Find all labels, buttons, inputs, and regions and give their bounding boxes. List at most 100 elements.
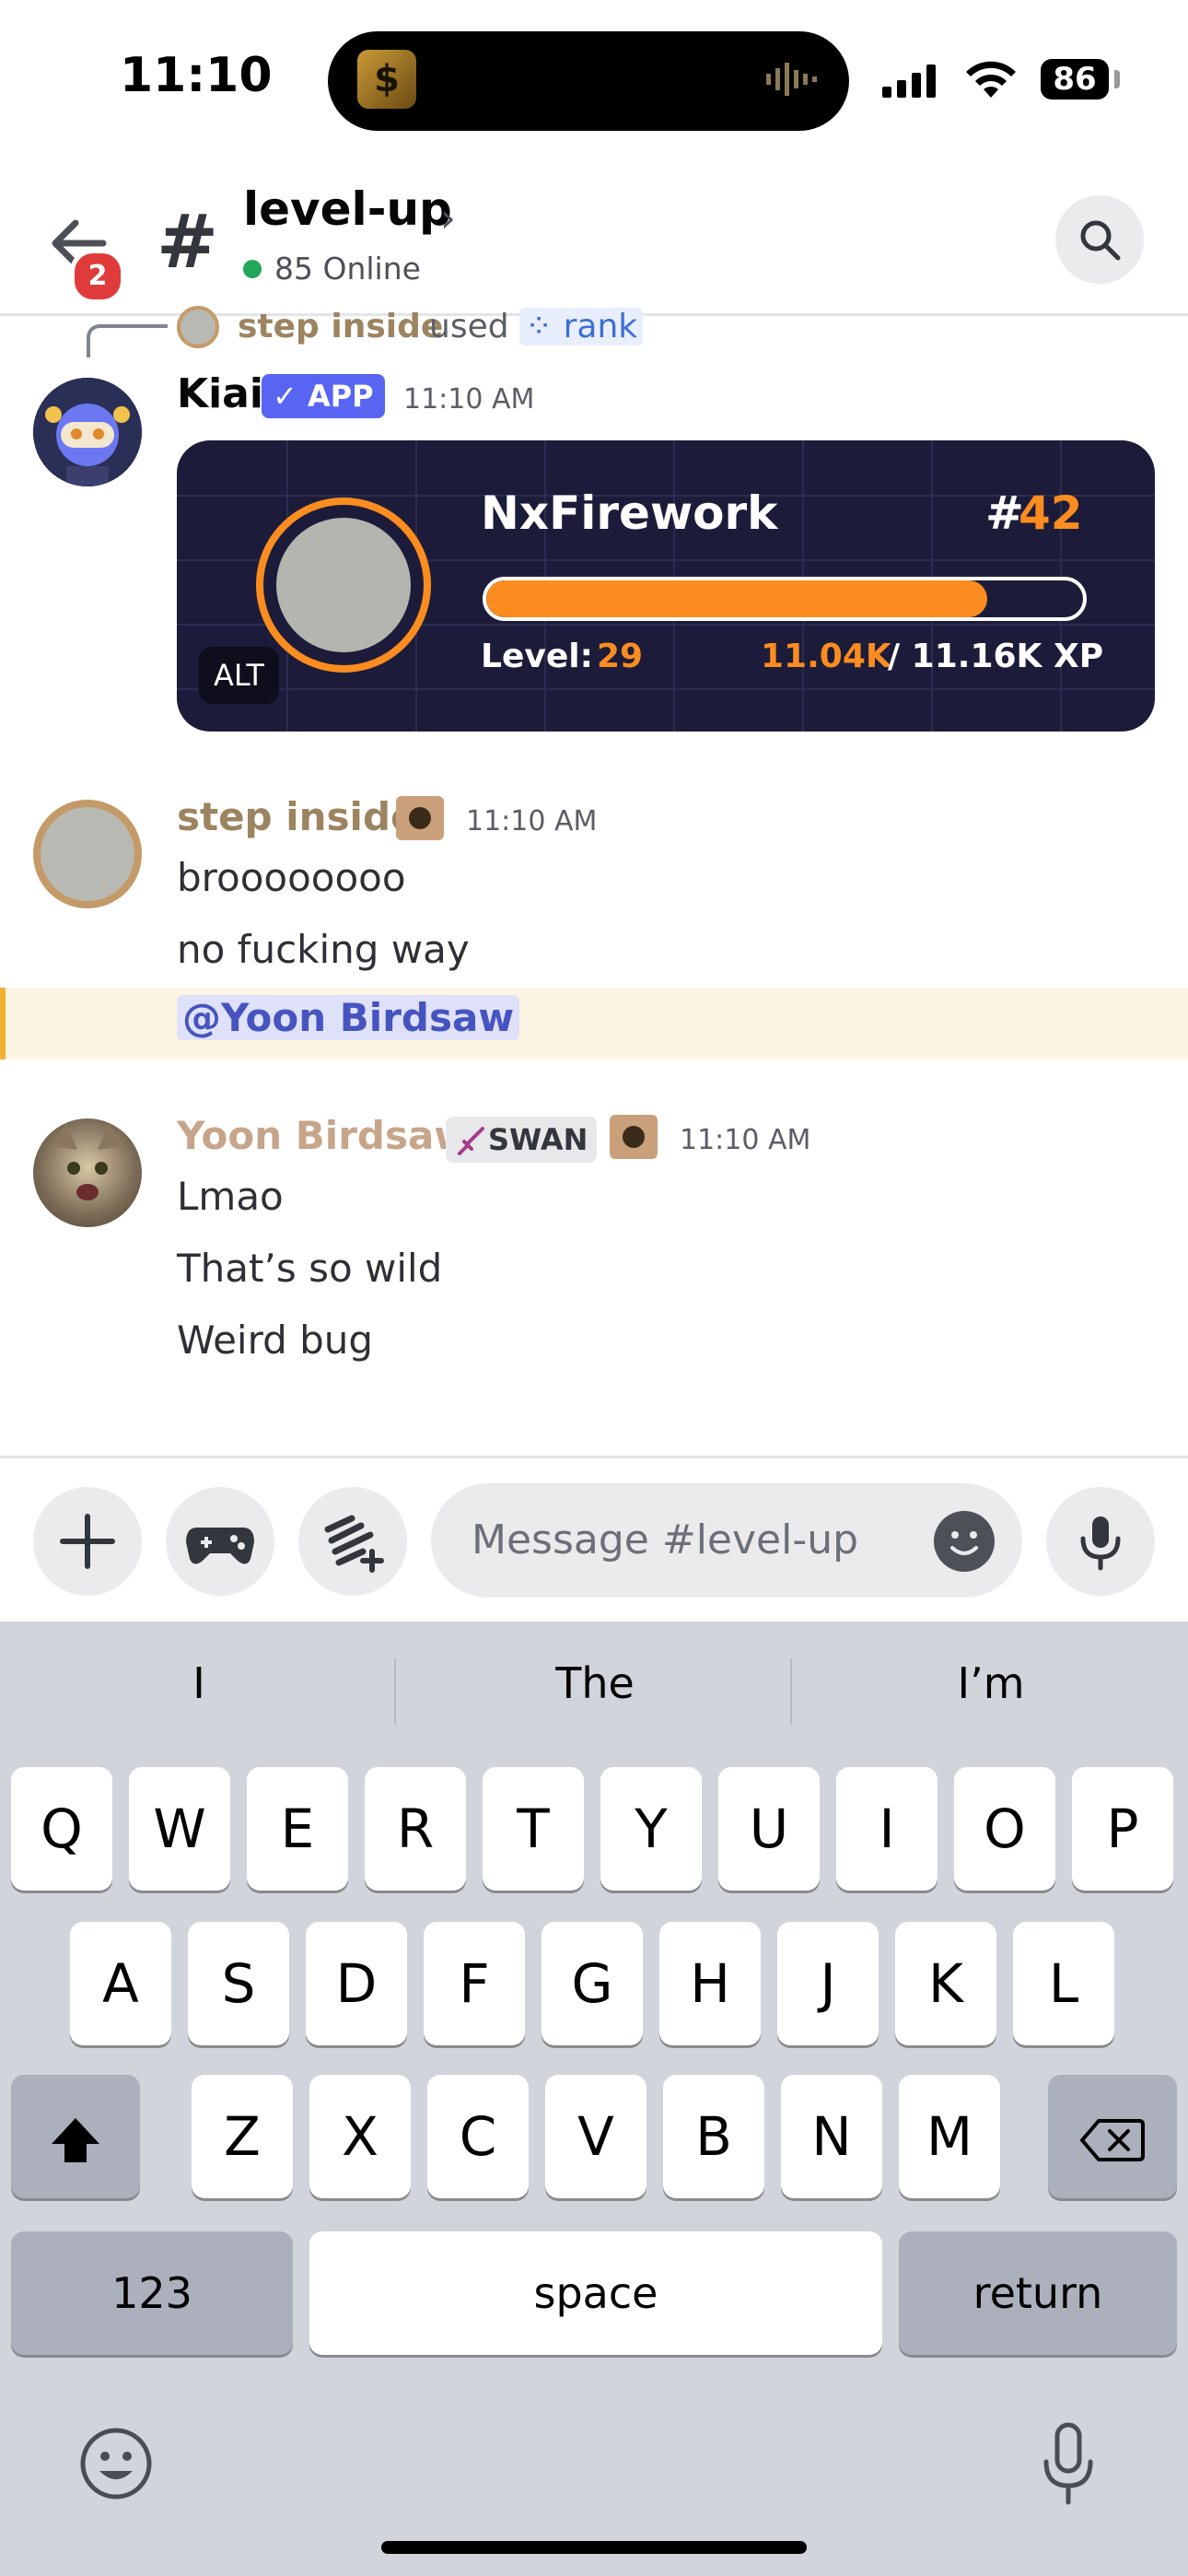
key-i[interactable]: I <box>836 1767 938 1891</box>
wifi-icon <box>966 61 1016 98</box>
plus-icon <box>60 1514 115 1569</box>
guild-tag-label: SWAN <box>488 1122 588 1157</box>
key-u[interactable]: U <box>718 1767 820 1891</box>
dictation-mic-icon[interactable] <box>1039 2421 1098 2506</box>
key-w[interactable]: W <box>129 1767 230 1891</box>
key-t[interactable]: T <box>483 1767 584 1891</box>
rank-number: 42 <box>1019 486 1083 540</box>
avatar[interactable] <box>33 378 142 486</box>
key-e[interactable]: E <box>247 1767 348 1891</box>
backspace-icon <box>1080 2118 1145 2161</box>
unread-badge: 2 <box>70 249 125 304</box>
suggestion-2[interactable]: The <box>402 1658 788 1708</box>
user-mention[interactable]: @Yoon Birdsaw <box>177 995 520 1040</box>
suggestion-divider <box>394 1658 396 1725</box>
space-key[interactable]: space <box>309 2231 882 2355</box>
message-text: Lmao <box>177 1174 284 1219</box>
key-x[interactable]: X <box>309 2075 411 2198</box>
search-icon <box>1080 220 1121 261</box>
add-attachment-button[interactable] <box>33 1487 142 1596</box>
audio-wave-icon <box>766 63 817 96</box>
gamepad-icon <box>186 1528 254 1564</box>
key-d[interactable]: D <box>306 1922 407 2045</box>
xp-progress-bar <box>483 577 1087 621</box>
kiai-bot-icon <box>33 378 142 486</box>
mention-highlight-bar <box>0 988 6 1060</box>
xp-current: 11.04K <box>761 638 891 675</box>
return-key[interactable]: return <box>899 2231 1177 2355</box>
search-button[interactable] <box>1055 195 1144 284</box>
key-y[interactable]: Y <box>600 1767 702 1891</box>
microphone-icon <box>1080 1516 1121 1571</box>
message-text: That’s so wild <box>177 1246 443 1291</box>
key-f[interactable]: F <box>424 1922 525 2045</box>
rank-username: NxFirework <box>481 486 778 540</box>
sword-icon <box>458 1127 484 1155</box>
voice-message-button[interactable] <box>1046 1487 1155 1596</box>
role-badge-icon <box>610 1115 658 1159</box>
status-time: 11:10 <box>120 48 273 103</box>
key-a[interactable]: A <box>70 1922 171 2045</box>
key-v[interactable]: V <box>545 2075 646 2198</box>
key-k[interactable]: K <box>895 1922 996 2045</box>
key-n[interactable]: N <box>781 2075 882 2198</box>
battery-icon: 86 <box>1041 59 1109 100</box>
key-h[interactable]: H <box>659 1922 761 2045</box>
composer-divider <box>0 1456 1188 1458</box>
message-timestamp: 11:10 AM <box>680 1124 811 1156</box>
cat-avatar-icon <box>52 1124 123 1200</box>
role-badge-icon <box>396 796 444 840</box>
online-count: 85 Online <box>274 251 421 287</box>
home-indicator <box>381 2541 807 2554</box>
message-timestamp: 11:10 AM <box>403 383 535 416</box>
activities-button[interactable] <box>166 1487 274 1596</box>
slash-command-rank[interactable]: ⁘ rank <box>519 308 644 345</box>
key-r[interactable]: R <box>365 1767 466 1891</box>
channel-title[interactable]: level-up <box>243 182 452 236</box>
app-tag: ✓ APP <box>262 374 385 418</box>
shift-key[interactable] <box>11 2075 140 2198</box>
numbers-key[interactable]: 123 <box>11 2231 293 2355</box>
reply-used-text: used <box>429 308 509 345</box>
channel-hash-icon: # <box>157 199 219 285</box>
cellular-signal-icon <box>882 64 936 98</box>
message-author[interactable]: Kiai <box>177 370 263 417</box>
key-j[interactable]: J <box>777 1922 879 2045</box>
key-z[interactable]: Z <box>192 2075 293 2198</box>
apps-button[interactable] <box>298 1487 407 1596</box>
online-status-dot <box>243 260 262 278</box>
key-m[interactable]: M <box>899 2075 1000 2198</box>
key-c[interactable]: C <box>427 2075 529 2198</box>
shift-arrow-icon <box>52 2117 99 2162</box>
level-label: Level: <box>481 638 593 675</box>
key-g[interactable]: G <box>542 1922 643 2045</box>
message-text: Weird bug <box>177 1317 374 1363</box>
key-b[interactable]: B <box>663 2075 764 2198</box>
emoji-picker-icon[interactable] <box>934 1511 995 1572</box>
alt-text-button[interactable]: ALT <box>199 647 279 704</box>
message-author[interactable]: Yoon Birdsaw <box>177 1113 470 1158</box>
key-l[interactable]: L <box>1013 1922 1114 2045</box>
key-s[interactable]: S <box>188 1922 289 2045</box>
xp-total: / 11.16K XP <box>888 638 1104 675</box>
reply-username[interactable]: step inside <box>238 308 443 345</box>
level-value: 29 <box>597 638 644 675</box>
suggestion-3[interactable]: I’m <box>798 1658 1184 1708</box>
reply-avatar[interactable] <box>177 306 219 348</box>
avatar[interactable] <box>33 1118 142 1227</box>
key-p[interactable]: P <box>1072 1767 1173 1891</box>
suggestion-divider <box>790 1658 792 1725</box>
message-text: no fucking way <box>177 927 470 972</box>
key-q[interactable]: Q <box>11 1767 112 1891</box>
xp-progress-fill <box>486 580 988 617</box>
suggestion-1[interactable]: I <box>6 1658 392 1708</box>
chevron-right-icon[interactable]: › <box>440 195 456 240</box>
message-author[interactable]: step inside <box>177 794 417 839</box>
reply-connector <box>87 324 168 357</box>
emoji-keyboard-icon[interactable] <box>77 2425 155 2502</box>
avatar[interactable] <box>33 800 142 908</box>
key-o[interactable]: O <box>954 1767 1055 1891</box>
guild-tag: SWAN <box>446 1117 598 1163</box>
message-text: broooooooo <box>177 855 406 900</box>
backspace-key[interactable] <box>1048 2075 1177 2198</box>
